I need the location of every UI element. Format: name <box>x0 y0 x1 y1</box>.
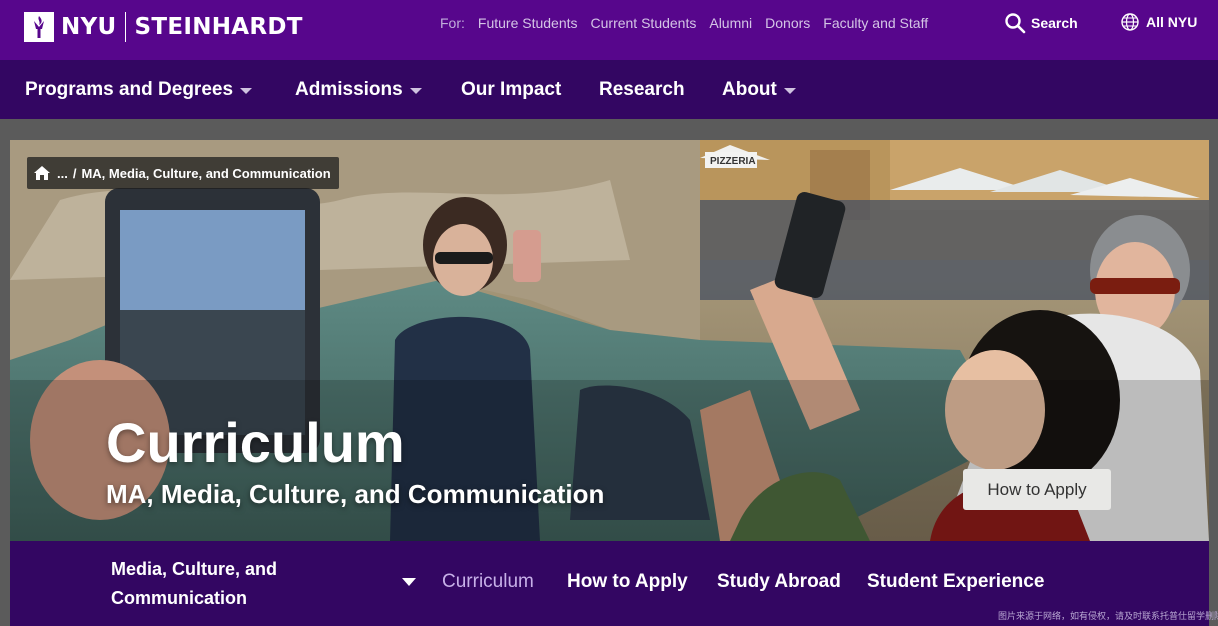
nav-our-impact-label: Our Impact <box>461 78 562 100</box>
page-subtitle: MA, Media, Culture, and Communication <box>106 479 605 509</box>
nav-admissions-label: Admissions <box>295 78 403 100</box>
nav-about-label: About <box>722 78 777 100</box>
breadcrumb-separator: / <box>72 165 77 181</box>
search-button[interactable]: Search <box>1004 12 1078 34</box>
breadcrumb: ... / MA, Media, Culture, and Communicat… <box>27 157 339 189</box>
audience-link-donors[interactable]: Donors <box>765 15 810 31</box>
nav-programs-label: Programs and Degrees <box>25 78 234 100</box>
search-label: Search <box>1031 15 1078 31</box>
breadcrumb-ellipsis[interactable]: ... <box>57 166 68 181</box>
all-nyu-label: All NYU <box>1146 14 1198 30</box>
logo-divider <box>125 12 127 42</box>
nav-our-impact[interactable]: Our Impact <box>461 60 561 119</box>
audience-link-current-students[interactable]: Current Students <box>591 15 697 31</box>
nav-about[interactable]: About <box>722 60 796 119</box>
chevron-down-icon <box>783 87 796 94</box>
nav-admissions[interactable]: Admissions <box>295 60 422 119</box>
nav-research-label: Research <box>599 78 685 100</box>
audience-links: For: Future Students Current Students Al… <box>440 15 941 31</box>
hero-banner: PIZZERIA ... / MA, Media, Culture, and C… <box>10 140 1209 541</box>
breadcrumb-current: MA, Media, Culture, and Communication <box>81 165 331 181</box>
all-nyu-button[interactable]: All NYU <box>1120 12 1197 32</box>
audience-link-faculty-staff[interactable]: Faculty and Staff <box>823 15 928 31</box>
page-title: Curriculum <box>106 411 405 474</box>
audience-label: For: <box>440 15 465 31</box>
audience-link-alumni[interactable]: Alumni <box>709 15 752 31</box>
nyu-steinhardt-logo[interactable]: NYU STEINHARDT <box>24 12 303 42</box>
audience-link-future-students[interactable]: Future Students <box>478 15 578 31</box>
watermark-text: 图片来源于网络，如有侵权，请及时联系托普仕留学删除 <box>998 611 1218 621</box>
chevron-down-icon[interactable] <box>402 578 416 586</box>
home-icon[interactable] <box>33 165 51 181</box>
chevron-down-icon <box>409 87 422 94</box>
pizzeria-sign: PIZZERIA <box>710 156 756 167</box>
globe-icon <box>1121 13 1139 31</box>
search-icon <box>1005 13 1026 34</box>
main-nav: Programs and Degrees Admissions Our Impa… <box>0 60 1218 119</box>
how-to-apply-button[interactable]: How to Apply <box>963 469 1111 510</box>
logo-steinhardt-text: STEINHARDT <box>134 14 303 40</box>
subnav-curriculum[interactable]: Curriculum <box>442 571 534 593</box>
nyu-torch-icon <box>24 12 54 42</box>
subnav-how-to-apply[interactable]: How to Apply <box>567 571 688 593</box>
subnav-study-abroad[interactable]: Study Abroad <box>717 571 841 593</box>
nav-programs-and-degrees[interactable]: Programs and Degrees <box>25 60 253 119</box>
program-name: Media, Culture, and Communication <box>111 559 278 608</box>
chevron-down-icon <box>240 87 253 94</box>
top-bar: NYU STEINHARDT For: Future Students Curr… <box>0 0 1218 60</box>
subnav-student-experience[interactable]: Student Experience <box>867 571 1044 593</box>
logo-nyu-text: NYU <box>61 14 117 40</box>
nav-research[interactable]: Research <box>599 60 685 119</box>
